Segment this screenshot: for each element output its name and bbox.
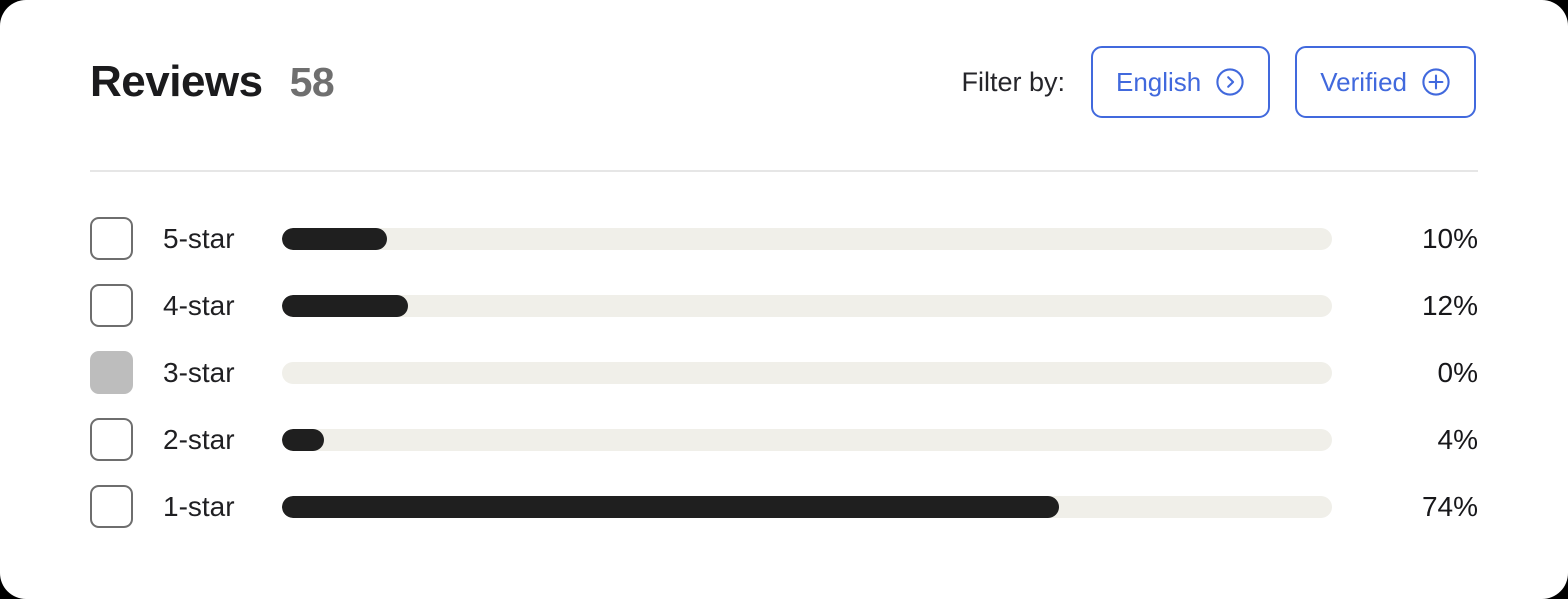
filter-button-verified[interactable]: Verified [1295,46,1476,118]
rating-percent-3-star: 0% [1437,356,1478,388]
rating-bar-fill-4-star [282,294,408,317]
rating-breakdown-list: 5-star 10% 4-star 12% 3-star 0% 2-star 4… [90,205,1478,540]
filter-by-label: Filter by: [961,66,1065,97]
rating-label-3-star: 3-star [163,356,235,388]
reviews-card: Reviews 58 Filter by: English Verified 5… [0,0,1568,599]
table-row: 2-star 4% [90,406,1478,473]
header-divider [90,170,1478,172]
plus-circle-icon [1421,67,1451,97]
rating-bar-track-2-star [282,428,1332,451]
rating-percent-2-star: 4% [1437,423,1478,455]
rating-checkbox-2-star[interactable] [90,418,133,461]
reviews-count: 58 [289,59,335,105]
rating-label-2-star: 2-star [163,423,235,455]
rating-bar-fill-2-star [282,428,324,451]
rating-percent-5-star: 10% [1421,222,1478,254]
rating-percent-1-star: 74% [1421,490,1478,522]
rating-checkbox-5-star[interactable] [90,217,133,260]
rating-bar-track-1-star [282,495,1332,518]
rating-bar-fill-1-star [282,495,1059,518]
rating-checkbox-3-star [90,351,133,394]
rating-percent-4-star: 12% [1421,289,1478,321]
rating-checkbox-4-star[interactable] [90,284,133,327]
table-row: 1-star 74% [90,473,1478,540]
rating-bar-track-3-star [282,361,1332,384]
chevron-right-circle-icon [1215,67,1245,97]
rating-bar-track-4-star [282,294,1332,317]
page-title-text: Reviews [90,57,263,106]
table-row: 5-star 10% [90,205,1478,272]
filter-button-english[interactable]: English [1090,46,1271,118]
rating-bar-fill-5-star [282,227,387,250]
rating-label-5-star: 5-star [163,222,235,254]
filter-button-verified-label: Verified [1320,66,1407,97]
reviews-header: Reviews 58 Filter by: English Verified [90,42,1476,122]
rating-label-1-star: 1-star [163,490,235,522]
rating-bar-track-5-star [282,227,1332,250]
table-row: 3-star 0% [90,339,1478,406]
filter-button-english-label: English [1115,66,1202,97]
rating-label-4-star: 4-star [163,289,235,321]
rating-checkbox-1-star[interactable] [90,485,133,528]
filter-bar: Filter by: English Verified [961,46,1476,118]
filter-buttons: English Verified [1090,46,1476,118]
page-title: Reviews 58 [90,57,335,106]
table-row: 4-star 12% [90,272,1478,339]
